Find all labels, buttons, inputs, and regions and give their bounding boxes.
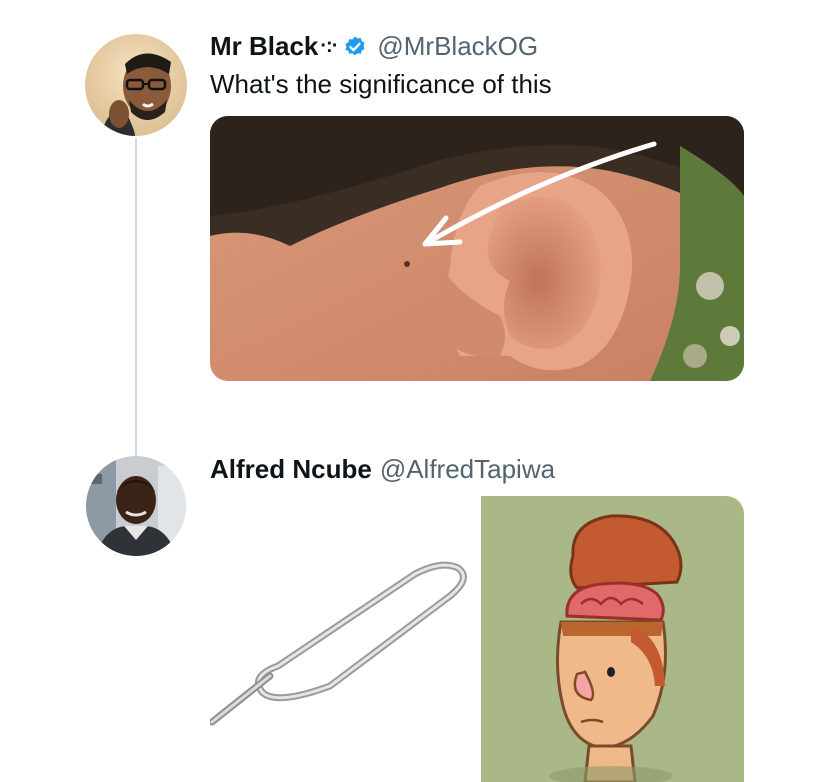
avatar[interactable]	[86, 456, 186, 556]
avatar-photo-man-glasses	[85, 34, 187, 136]
sim-pin-photo[interactable]	[210, 496, 477, 782]
brain-cartoon-image[interactable]	[481, 496, 744, 782]
author-handle[interactable]: @AlfredTapiwa	[380, 454, 555, 485]
tweet-header: Mr Black ·:· @MrBlackOG	[210, 31, 538, 62]
tweet-photo-grid	[210, 496, 744, 782]
name-emoji: ·:·	[320, 35, 338, 57]
open-head-brain-illustration	[549, 514, 683, 782]
avatar[interactable]	[85, 34, 187, 136]
thread-connector-line	[135, 138, 137, 456]
tweet-text: What's the significance of this	[210, 69, 552, 99]
sim-ejector-pin-image	[210, 561, 467, 726]
author-name[interactable]: Mr Black	[210, 31, 318, 62]
tweet-header: Alfred Ncube @AlfredTapiwa	[210, 454, 555, 485]
verified-badge-icon	[343, 35, 367, 59]
author-handle[interactable]: @MrBlackOG	[377, 31, 538, 62]
tweet-photo[interactable]	[210, 116, 744, 381]
author-name[interactable]: Alfred Ncube	[210, 454, 372, 485]
avatar-photo-man	[86, 456, 186, 556]
ear-photo	[210, 116, 744, 381]
